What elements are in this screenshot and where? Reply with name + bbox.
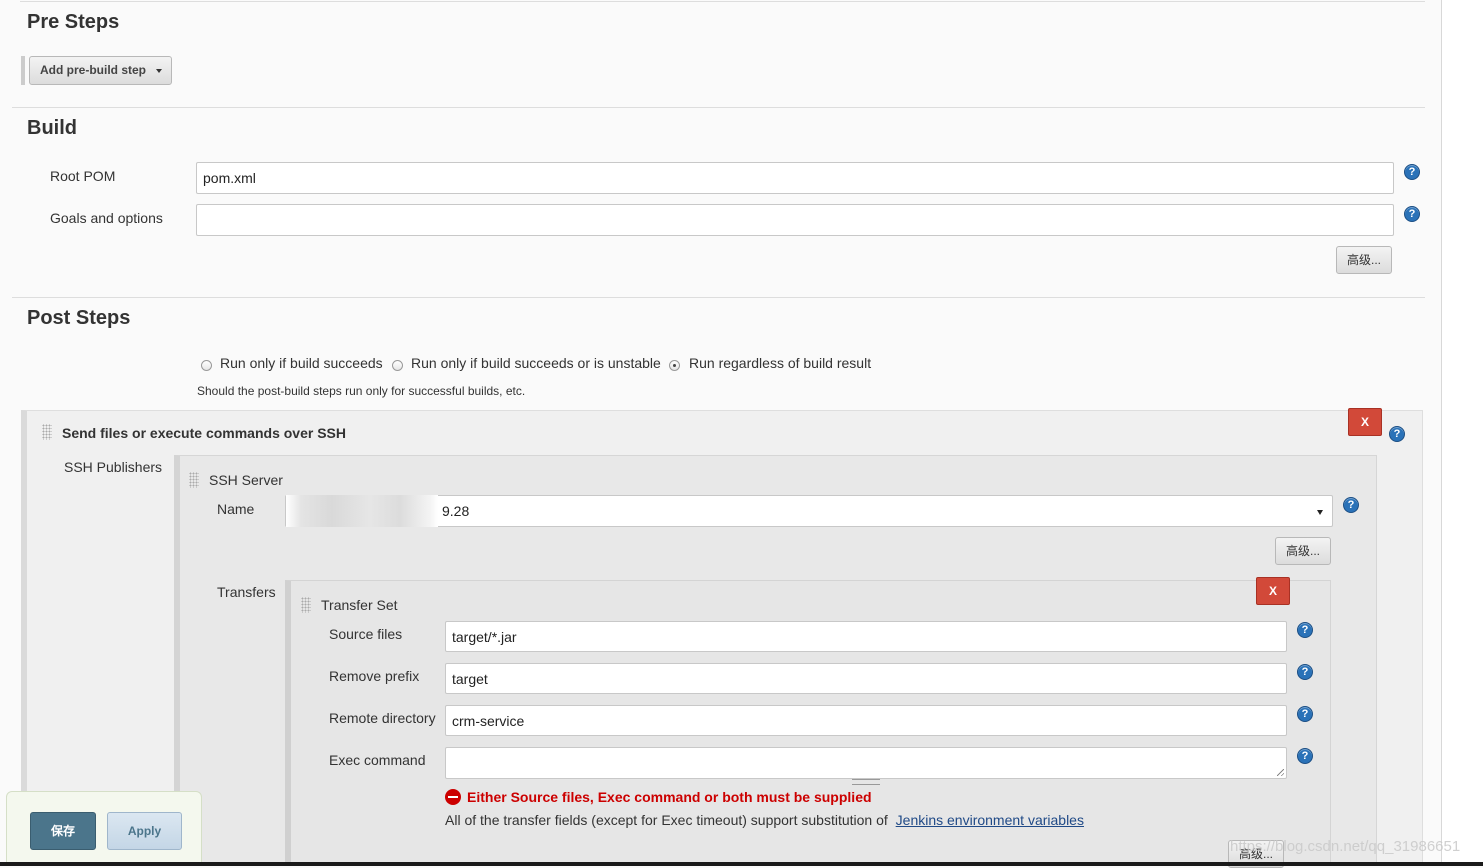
goals-options-input[interactable] <box>196 204 1394 236</box>
caret-down-icon <box>156 69 162 73</box>
select-arrow-icon <box>1317 510 1323 515</box>
help-icon[interactable]: ? <box>1297 622 1313 638</box>
server-advanced-button[interactable]: 高级... <box>1275 537 1331 565</box>
add-pre-build-step-button[interactable]: Add pre-build step <box>29 56 172 85</box>
help-icon[interactable]: ? <box>1297 748 1313 764</box>
help-icon[interactable]: ? <box>1389 426 1405 442</box>
redacted-mask <box>286 495 438 527</box>
drag-handle-icon[interactable] <box>42 424 52 440</box>
help-icon[interactable]: ? <box>1404 206 1420 222</box>
server-name-value: 9.28 <box>442 503 470 519</box>
remove-prefix-input[interactable]: target <box>445 663 1287 694</box>
post-steps-hint: Should the post-build steps run only for… <box>197 384 526 398</box>
save-button[interactable]: 保存 <box>30 812 96 850</box>
textarea-expand-handle[interactable] <box>852 779 880 785</box>
divider <box>12 297 1425 298</box>
resize-grip-icon <box>1277 769 1284 776</box>
post-steps-title: Post Steps <box>27 307 131 329</box>
window-bottom-edge <box>0 862 1483 866</box>
radio-run-regardless[interactable] <box>669 360 680 371</box>
radio-run-if-succeeds-or-unstable[interactable] <box>392 360 403 371</box>
drag-handle-icon[interactable] <box>189 472 199 488</box>
ssh-server-title: SSH Server <box>209 472 283 488</box>
remote-directory-value: crm-service <box>452 712 525 729</box>
transfer-set-title: Transfer Set <box>321 597 398 613</box>
source-files-label: Source files <box>329 626 403 642</box>
remove-prefix-value: target <box>452 670 488 687</box>
help-icon[interactable]: ? <box>1297 706 1313 722</box>
error-icon <box>445 789 461 805</box>
jenkins-env-vars-link[interactable]: Jenkins environment variables <box>896 812 1084 828</box>
root-pom-label: Root POM <box>50 168 116 184</box>
help-icon[interactable]: ? <box>1297 664 1313 680</box>
help-icon[interactable]: ? <box>1404 164 1420 180</box>
drag-handle-icon[interactable] <box>301 597 311 613</box>
radio-run-regardless-label: Run regardless of build result <box>689 355 872 371</box>
error-message: Either Source files, Exec command or bot… <box>467 789 872 805</box>
page-margin <box>1442 0 1483 866</box>
ssh-publishers-label: SSH Publishers <box>64 459 163 475</box>
radio-run-if-unstable-label: Run only if build succeeds or is unstabl… <box>411 355 661 371</box>
root-pom-value: pom.xml <box>203 170 256 186</box>
pre-steps-title: Pre Steps <box>27 11 120 33</box>
server-name-label: Name <box>217 501 255 517</box>
section-marker <box>21 56 25 85</box>
add-pre-build-step-label: Add pre-build step <box>40 63 146 77</box>
delete-transfer-set-button[interactable]: X <box>1256 577 1290 605</box>
exec-command-textarea[interactable] <box>445 747 1287 779</box>
divider <box>12 107 1425 108</box>
remote-directory-label: Remote directory <box>329 710 436 726</box>
build-title: Build <box>27 117 77 139</box>
watermark: https://blog.csdn.net/qq_31986651 <box>1230 838 1461 855</box>
radio-run-if-succeeds-label: Run only if build succeeds <box>220 355 383 371</box>
build-advanced-button[interactable]: 高级... <box>1336 246 1392 274</box>
apply-button[interactable]: Apply <box>107 812 182 850</box>
info-text: All of the transfer fields (except for E… <box>445 812 1084 828</box>
info-text-body: All of the transfer fields (except for E… <box>445 812 888 828</box>
remove-prefix-label: Remove prefix <box>329 668 420 684</box>
radio-run-if-succeeds[interactable] <box>201 360 212 371</box>
transfers-label: Transfers <box>217 584 276 600</box>
divider <box>20 1 1425 2</box>
source-files-input[interactable]: target/*.jar <box>445 621 1287 652</box>
exec-command-label: Exec command <box>329 752 426 768</box>
source-files-value: target/*.jar <box>452 628 517 645</box>
goals-options-label: Goals and options <box>50 210 163 226</box>
delete-step-button[interactable]: X <box>1348 408 1382 436</box>
help-icon[interactable]: ? <box>1343 497 1359 513</box>
remote-directory-input[interactable]: crm-service <box>445 705 1287 736</box>
root-pom-input[interactable]: pom.xml <box>196 162 1394 194</box>
ssh-step-title: Send files or execute commands over SSH <box>62 425 346 441</box>
server-name-select[interactable]: 9.28 <box>285 495 1333 527</box>
